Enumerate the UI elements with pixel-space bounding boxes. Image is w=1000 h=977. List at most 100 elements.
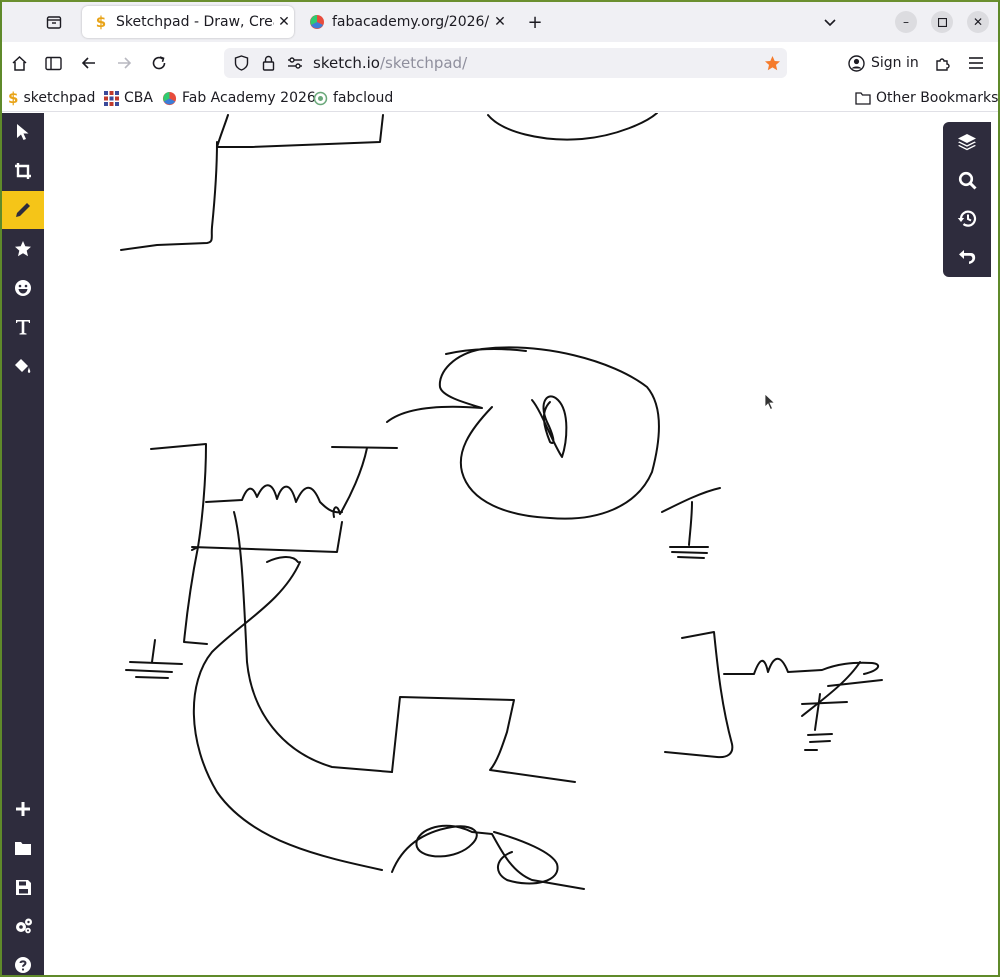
extensions-icon[interactable] bbox=[931, 52, 953, 74]
other-bookmarks[interactable]: Other Bookmarks bbox=[855, 89, 998, 107]
smiley-icon bbox=[15, 280, 31, 296]
sketch-stroke bbox=[216, 114, 384, 148]
sketch-stroke bbox=[531, 395, 568, 458]
home-icon[interactable] bbox=[8, 52, 30, 74]
sketch-stroke bbox=[135, 676, 169, 679]
mouse-pointer-icon bbox=[764, 393, 776, 415]
sketchpad-s-icon: $ bbox=[95, 13, 107, 31]
sketchpad-s-icon: $ bbox=[8, 89, 19, 107]
magnifier-icon bbox=[958, 171, 977, 190]
save-button[interactable] bbox=[2, 868, 44, 906]
tab-title: fabacademy.org/2026/cla bbox=[332, 14, 490, 30]
sidebar-icon[interactable] bbox=[42, 52, 64, 74]
floppy-icon bbox=[15, 879, 31, 895]
tracking-shield-icon[interactable] bbox=[230, 52, 252, 74]
history-icon bbox=[957, 210, 977, 227]
sketch-stroke bbox=[266, 556, 299, 563]
help-button[interactable] bbox=[2, 946, 44, 975]
select-tool[interactable] bbox=[2, 113, 44, 151]
emoji-tool[interactable] bbox=[2, 269, 44, 307]
open-button[interactable] bbox=[2, 829, 44, 867]
text-tool[interactable] bbox=[2, 308, 44, 346]
sketch-stroke bbox=[671, 551, 708, 554]
lock-icon[interactable] bbox=[257, 52, 279, 74]
chevron-down-icon[interactable] bbox=[820, 12, 840, 32]
url-bar[interactable] bbox=[224, 48, 787, 78]
stamp-tool[interactable] bbox=[2, 230, 44, 268]
fab-academy-icon bbox=[162, 91, 177, 106]
text-t-icon bbox=[16, 320, 30, 335]
sketch-stroke bbox=[183, 546, 208, 645]
bookmark-label: CBA bbox=[124, 90, 153, 106]
sketch-stroke bbox=[129, 661, 183, 665]
layers-icon bbox=[958, 134, 976, 151]
forward-icon[interactable] bbox=[113, 52, 135, 74]
url-text[interactable]: sketch.io/sketchpad/ bbox=[313, 54, 467, 72]
sketch-stroke bbox=[814, 693, 821, 731]
undo-button[interactable] bbox=[943, 237, 991, 275]
sketch-stroke bbox=[664, 631, 734, 759]
new-button[interactable] bbox=[2, 790, 44, 828]
crop-icon bbox=[15, 163, 31, 179]
sketch-stroke bbox=[331, 446, 398, 449]
browser-window: $ Sketchpad - Draw, Create ✕ fabacademy.… bbox=[0, 0, 1000, 977]
folder-icon bbox=[855, 91, 871, 105]
fill-tool[interactable] bbox=[2, 347, 44, 385]
bookmark-label: fabcloud bbox=[333, 90, 394, 106]
sketch-stroke bbox=[493, 831, 559, 885]
reload-icon[interactable] bbox=[148, 52, 170, 74]
permissions-icon[interactable] bbox=[284, 52, 306, 74]
url-path: /sketchpad/ bbox=[379, 54, 468, 72]
cba-grid-icon bbox=[104, 90, 119, 106]
sketch-stroke bbox=[150, 443, 207, 551]
bookmark-star-icon[interactable] bbox=[761, 52, 783, 74]
sketch-strokes bbox=[120, 113, 883, 890]
undo-icon bbox=[958, 250, 975, 264]
help-icon bbox=[15, 957, 31, 973]
sketch-stroke bbox=[391, 824, 585, 890]
drawing-canvas[interactable] bbox=[44, 113, 998, 975]
bookmark-fab-academy[interactable]: Fab Academy 2026 bbox=[162, 89, 316, 107]
url-host: sketch.io bbox=[313, 54, 380, 72]
bookmark-cba[interactable]: CBA bbox=[104, 89, 153, 107]
sign-in-label: Sign in bbox=[871, 55, 919, 71]
sketch-stroke bbox=[120, 141, 218, 251]
zoom-button[interactable] bbox=[943, 161, 991, 199]
left-toolbar bbox=[2, 113, 44, 975]
sketch-stroke bbox=[191, 521, 343, 553]
crop-tool[interactable] bbox=[2, 152, 44, 190]
close-window-icon[interactable]: ✕ bbox=[967, 11, 989, 33]
star-icon bbox=[15, 241, 31, 257]
bookmark-fabcloud[interactable]: fabcloud bbox=[313, 89, 393, 107]
sign-in-button[interactable]: Sign in bbox=[840, 48, 927, 78]
sketch-stroke bbox=[809, 740, 831, 743]
bookmark-sketchpad[interactable]: $ sketchpad bbox=[8, 89, 95, 107]
back-icon[interactable] bbox=[78, 52, 100, 74]
close-tab-icon[interactable]: ✕ bbox=[490, 14, 510, 30]
tab-strip: $ Sketchpad - Draw, Create ✕ fabacademy.… bbox=[2, 2, 998, 42]
menu-icon[interactable] bbox=[965, 52, 987, 74]
sketch-stroke bbox=[487, 113, 658, 141]
close-tab-icon[interactable]: ✕ bbox=[274, 14, 294, 30]
paint-bucket-icon bbox=[15, 359, 31, 373]
tab-sketchpad[interactable]: $ Sketchpad - Draw, Create ✕ bbox=[82, 6, 294, 38]
sketch-stroke bbox=[677, 556, 705, 559]
sketch-stroke bbox=[205, 484, 343, 514]
tab-overview-icon[interactable] bbox=[44, 12, 64, 32]
maximize-icon[interactable] bbox=[931, 11, 953, 33]
minimize-icon[interactable]: – bbox=[895, 11, 917, 33]
fabcloud-icon bbox=[313, 91, 328, 106]
history-button[interactable] bbox=[943, 199, 991, 237]
fab-academy-icon bbox=[308, 13, 326, 31]
pencil-tool[interactable] bbox=[2, 191, 44, 229]
folder-icon bbox=[15, 842, 31, 855]
tab-fabacademy[interactable]: fabacademy.org/2026/cla ✕ bbox=[298, 6, 510, 38]
settings-button[interactable] bbox=[2, 907, 44, 945]
plus-icon bbox=[16, 802, 30, 816]
sketch-stroke bbox=[807, 733, 833, 736]
new-tab-icon[interactable]: + bbox=[524, 11, 546, 33]
layers-button[interactable] bbox=[943, 123, 991, 161]
sketch-stroke bbox=[151, 639, 156, 663]
sketch-stroke bbox=[125, 669, 173, 673]
sketch-stroke bbox=[386, 346, 660, 520]
